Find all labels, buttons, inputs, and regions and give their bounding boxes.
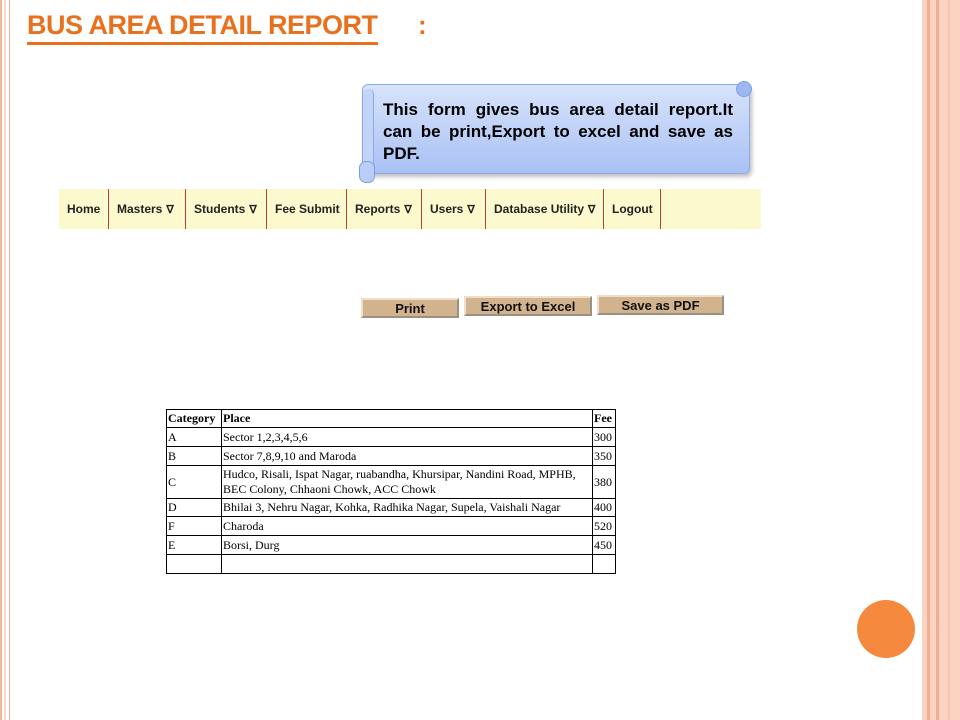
cell-place: Borsi, Durg xyxy=(221,535,593,555)
cell-place: Sector 1,2,3,4,5,6 xyxy=(221,427,593,447)
cell-category: A xyxy=(166,427,222,447)
export-excel-button[interactable]: Export to Excel xyxy=(464,296,592,316)
cell-place: Hudco, Risali, Ispat Nagar, ruabandha, K… xyxy=(221,465,593,499)
cell-category: C xyxy=(166,465,222,499)
table-header-row: Category Place Fee xyxy=(166,409,616,428)
scroll-curl-bottom-left xyxy=(359,161,375,183)
callout-text: This form gives bus area detail report.I… xyxy=(383,100,733,163)
menu-masters[interactable]: Masters ∇ xyxy=(109,189,186,229)
cell-fee: 520 xyxy=(592,516,616,536)
cell-place: Charoda xyxy=(221,516,593,536)
cell-place xyxy=(221,554,593,574)
table-row: F Charoda 520 xyxy=(166,516,616,536)
table-row-empty xyxy=(166,554,616,574)
menu-reports[interactable]: Reports ∇ xyxy=(347,189,422,229)
cell-place: Bhilai 3, Nehru Nagar, Kohka, Radhika Na… xyxy=(221,498,593,517)
column-header-fee: Fee xyxy=(592,409,616,428)
cell-category: E xyxy=(166,535,222,555)
save-pdf-button[interactable]: Save as PDF xyxy=(597,295,724,315)
dropdown-arrow-icon: ∇ xyxy=(249,203,257,216)
left-border-line xyxy=(4,0,6,720)
title-colon: : xyxy=(418,10,427,40)
print-button[interactable]: Print xyxy=(361,298,459,318)
dropdown-arrow-icon: ∇ xyxy=(588,203,596,216)
bus-area-report-table: Category Place Fee A Sector 1,2,3,4,5,6 … xyxy=(166,409,616,574)
cell-fee: 350 xyxy=(592,446,616,466)
menu-fee-submit[interactable]: Fee Submit xyxy=(267,189,347,229)
right-border-decoration xyxy=(922,0,960,720)
info-callout: This form gives bus area detail report.I… xyxy=(359,81,752,183)
orange-circle-decoration xyxy=(857,600,915,658)
table-row: D Bhilai 3, Nehru Nagar, Kohka, Radhika … xyxy=(166,498,616,517)
cell-fee: 300 xyxy=(592,427,616,447)
cell-category: D xyxy=(166,498,222,517)
table-row: A Sector 1,2,3,4,5,6 300 xyxy=(166,427,616,447)
dropdown-arrow-icon: ∇ xyxy=(404,203,412,216)
cell-fee: 450 xyxy=(592,535,616,555)
menu-logout[interactable]: Logout xyxy=(604,189,661,229)
cell-place: Sector 7,8,9,10 and Maroda xyxy=(221,446,593,466)
cell-fee xyxy=(592,554,616,574)
menu-users[interactable]: Users ∇ xyxy=(422,189,486,229)
main-menu-bar: Home Masters ∇ Students ∇ Fee Submit Repor… xyxy=(59,189,761,229)
column-header-category: Category xyxy=(166,409,222,428)
cell-category xyxy=(166,554,222,574)
dropdown-arrow-icon: ∇ xyxy=(467,203,475,216)
scroll-curl-top-right xyxy=(736,81,752,97)
cell-fee: 380 xyxy=(592,465,616,499)
cell-category: F xyxy=(166,516,222,536)
dropdown-arrow-icon: ∇ xyxy=(166,203,174,216)
menu-home[interactable]: Home xyxy=(59,189,109,229)
table-row: C Hudco, Risali, Ispat Nagar, ruabandha,… xyxy=(166,465,616,499)
menu-database-utility[interactable]: Database Utility ∇ xyxy=(486,189,604,229)
column-header-place: Place xyxy=(221,409,593,428)
page-title: Bus area detail Report xyxy=(27,8,378,45)
menu-students[interactable]: Students ∇ xyxy=(186,189,267,229)
table-row: E Borsi, Durg 450 xyxy=(166,535,616,555)
cell-category: B xyxy=(166,446,222,466)
cell-fee: 400 xyxy=(592,498,616,517)
table-row: B Sector 7,8,9,10 and Maroda 350 xyxy=(166,446,616,466)
